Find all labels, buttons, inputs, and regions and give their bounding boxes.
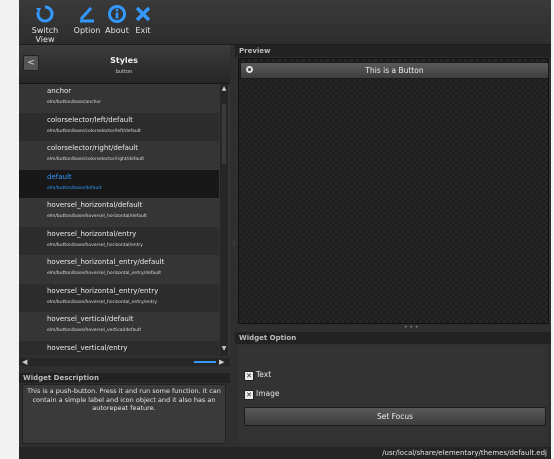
list-item[interactable]: hoversel_horizontal/default elm/button/b… bbox=[19, 198, 219, 227]
switch-view-button[interactable]: Switch View bbox=[22, 4, 68, 44]
close-icon bbox=[135, 6, 151, 22]
styles-header: < Styles button bbox=[19, 45, 230, 84]
about-label: About bbox=[105, 26, 129, 35]
scrollbar-thumb[interactable] bbox=[194, 361, 216, 363]
list-item-path: elm/button/base/hoversel_horizontal/entr… bbox=[47, 242, 143, 248]
scroll-right-icon[interactable]: ▶ bbox=[219, 358, 224, 366]
list-item-name: hoversel_vertical/entry bbox=[47, 343, 128, 352]
description-text: This is a push-button. Press it and run … bbox=[22, 384, 226, 444]
list-item-name: colorselector/right/default bbox=[47, 144, 138, 152]
scroll-left-icon[interactable]: ◀ bbox=[22, 358, 27, 366]
scrollbar-thumb[interactable] bbox=[222, 104, 226, 164]
description-title: Widget Description bbox=[23, 374, 99, 382]
text-checkbox[interactable]: ✕ bbox=[244, 371, 254, 381]
list-item[interactable]: hoversel_vertical/entry bbox=[19, 340, 219, 355]
preview-header: Preview bbox=[235, 45, 551, 57]
toolbar: Switch View Option About Exit bbox=[19, 0, 551, 45]
text-checkbox-label: Text bbox=[256, 370, 272, 379]
about-button[interactable]: About bbox=[103, 4, 131, 35]
exit-label: Exit bbox=[135, 26, 151, 35]
list-item-selected[interactable]: default elm/button/base/default bbox=[19, 169, 219, 198]
list-item[interactable]: colorselector/left/default elm/button/ba… bbox=[19, 112, 219, 141]
exit-button[interactable]: Exit bbox=[132, 4, 154, 35]
list-item[interactable]: hoversel_vertical/default elm/button/bas… bbox=[19, 312, 219, 341]
edit-icon bbox=[79, 6, 94, 23]
widget-option-header: Widget Option bbox=[235, 332, 551, 344]
widget-option-panel: ✕ Text ✕ Image Set Focus bbox=[238, 345, 547, 443]
widget-option-title: Widget Option bbox=[239, 334, 297, 342]
list-item[interactable]: hoversel_horizontal/entry elm/button/bas… bbox=[19, 226, 219, 255]
list-item-name: anchor bbox=[47, 87, 72, 95]
list-item-name: hoversel_vertical/default bbox=[47, 315, 134, 323]
list-item-name: hoversel_horizontal/entry bbox=[47, 229, 137, 238]
theme-path: /usr/local/share/elementary/themes/defau… bbox=[382, 449, 547, 457]
back-button[interactable]: < bbox=[23, 55, 39, 71]
styles-list: anchor elm/button/base/anchor colorselec… bbox=[19, 84, 230, 355]
image-checkbox[interactable]: ✕ bbox=[244, 390, 254, 400]
refresh-icon bbox=[36, 5, 54, 23]
option-label: Option bbox=[73, 26, 101, 35]
option-button[interactable]: Option bbox=[73, 4, 101, 35]
list-item-path: elm/button/base/hoversel_vertical/defaul… bbox=[47, 328, 142, 333]
list-item-name: hoversel_horizontal/default bbox=[47, 201, 143, 209]
pane-divider-handle[interactable]: • • • bbox=[404, 324, 418, 331]
list-item-name: default bbox=[47, 172, 72, 181]
list-item-path: elm/button/base/hoversel_horizontal_entr… bbox=[47, 299, 158, 305]
list-item-path: elm/button/base/hoversel_horizontal/defa… bbox=[47, 214, 147, 219]
preview-title: Preview bbox=[239, 47, 271, 55]
list-item-path: elm/button/base/hoversel_horizontal_entr… bbox=[47, 271, 161, 276]
vertical-scrollbar[interactable]: ▲ ▼ bbox=[220, 84, 228, 356]
list-item[interactable]: hoversel_horizontal_entry/default elm/bu… bbox=[19, 255, 219, 284]
list-item[interactable]: anchor elm/button/base/anchor bbox=[19, 84, 219, 113]
description-header: Widget Description bbox=[19, 373, 230, 383]
list-item-path: elm/button/base/default bbox=[47, 185, 102, 191]
info-icon bbox=[108, 5, 126, 23]
list-item-path: elm/button/base/colorselector/left/defau… bbox=[47, 128, 141, 134]
list-item-name: hoversel_horizontal_entry/default bbox=[47, 258, 165, 266]
list-item[interactable]: colorselector/right/default elm/button/b… bbox=[19, 141, 219, 170]
set-focus-button[interactable]: Set Focus bbox=[244, 407, 546, 426]
image-checkbox-label: Image bbox=[256, 389, 280, 398]
styles-title: Styles bbox=[110, 56, 138, 65]
preview-area: This is a Button bbox=[238, 58, 549, 324]
list-item-path: elm/button/base/anchor bbox=[47, 100, 102, 105]
preview-button[interactable]: This is a Button bbox=[240, 62, 549, 79]
app-window: Switch View Option About Exit < Styles b… bbox=[19, 0, 551, 459]
list-item-name: hoversel_horizontal_entry/entry bbox=[47, 286, 159, 295]
list-item-name: colorselector/left/default bbox=[47, 115, 133, 124]
switch-view-label: Switch View bbox=[31, 26, 59, 44]
styles-panel: < Styles button anchor elm/button/base/a… bbox=[19, 45, 230, 445]
list-item-path: elm/button/base/colorselector/right/defa… bbox=[47, 157, 145, 162]
preview-button-label: This is a Button bbox=[365, 66, 424, 75]
list-item[interactable]: hoversel_horizontal_entry/entry elm/butt… bbox=[19, 283, 219, 312]
scroll-up-icon[interactable]: ▲ bbox=[221, 86, 227, 92]
styles-subtitle: button bbox=[115, 69, 133, 75]
scroll-down-icon[interactable]: ▼ bbox=[221, 346, 227, 352]
panel-resize-handle[interactable]: ⋮ bbox=[231, 240, 237, 252]
status-bar: /usr/local/share/elementary/themes/defau… bbox=[19, 447, 551, 459]
horizontal-scrollbar[interactable]: ◀ ▶ bbox=[19, 358, 230, 366]
